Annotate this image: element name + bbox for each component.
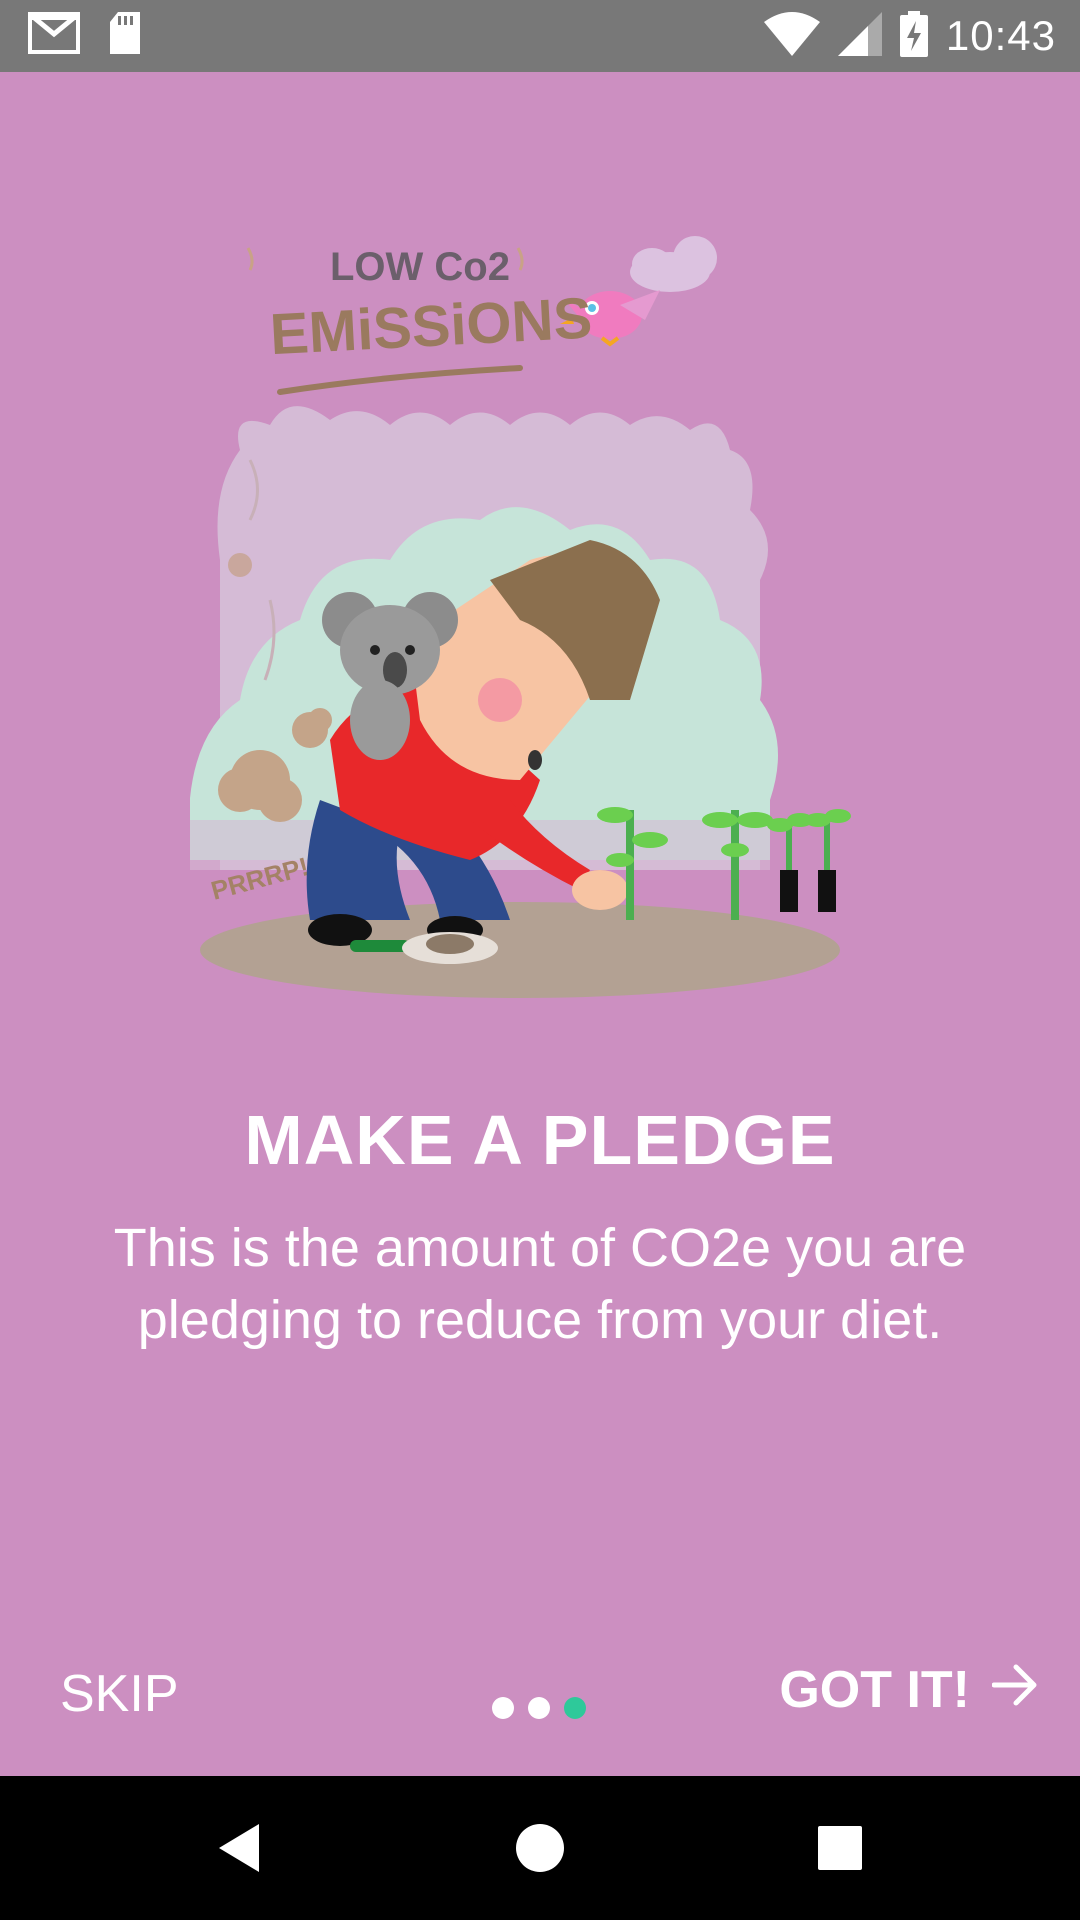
recents-icon[interactable] xyxy=(804,1812,876,1884)
status-time: 10:43 xyxy=(945,12,1056,59)
wifi-icon xyxy=(763,11,820,61)
arrow-right-icon xyxy=(991,1660,1040,1720)
sd-card-icon xyxy=(108,12,142,59)
page-dot-2 xyxy=(528,1697,550,1719)
illustration-headline-large: EMiSSiONS xyxy=(268,285,593,367)
page-indicator xyxy=(492,1697,586,1719)
signal-icon xyxy=(837,11,882,61)
illustration-headline-small: LOW Co2 xyxy=(330,245,510,289)
small-cloud-icon xyxy=(630,236,717,292)
onboarding-screen: 10:43 LOW Co2 EMiSSiONS PRRRP! MAKE A PL… xyxy=(0,0,1080,1920)
back-icon[interactable] xyxy=(204,1812,276,1884)
skip-button[interactable]: SKIP xyxy=(60,1664,179,1724)
gmail-icon xyxy=(28,12,80,59)
got-it-button[interactable]: GOT IT! xyxy=(779,1660,1040,1720)
page-dot-3-active xyxy=(564,1697,586,1719)
page-dot-1 xyxy=(492,1697,514,1719)
pledge-illustration: LOW Co2 EMiSSiONS PRRRP! xyxy=(190,236,851,998)
status-bar: 10:43 xyxy=(0,0,1080,72)
onboarding-description: This is the amount of CO2e you are pledg… xyxy=(113,1218,967,1350)
onboarding-title: MAKE A PLEDGE xyxy=(244,1101,836,1179)
navigation-bar xyxy=(0,1776,1080,1920)
battery-charging-icon xyxy=(899,10,928,62)
home-icon[interactable] xyxy=(504,1812,576,1884)
got-it-label: GOT IT! xyxy=(779,1661,970,1719)
